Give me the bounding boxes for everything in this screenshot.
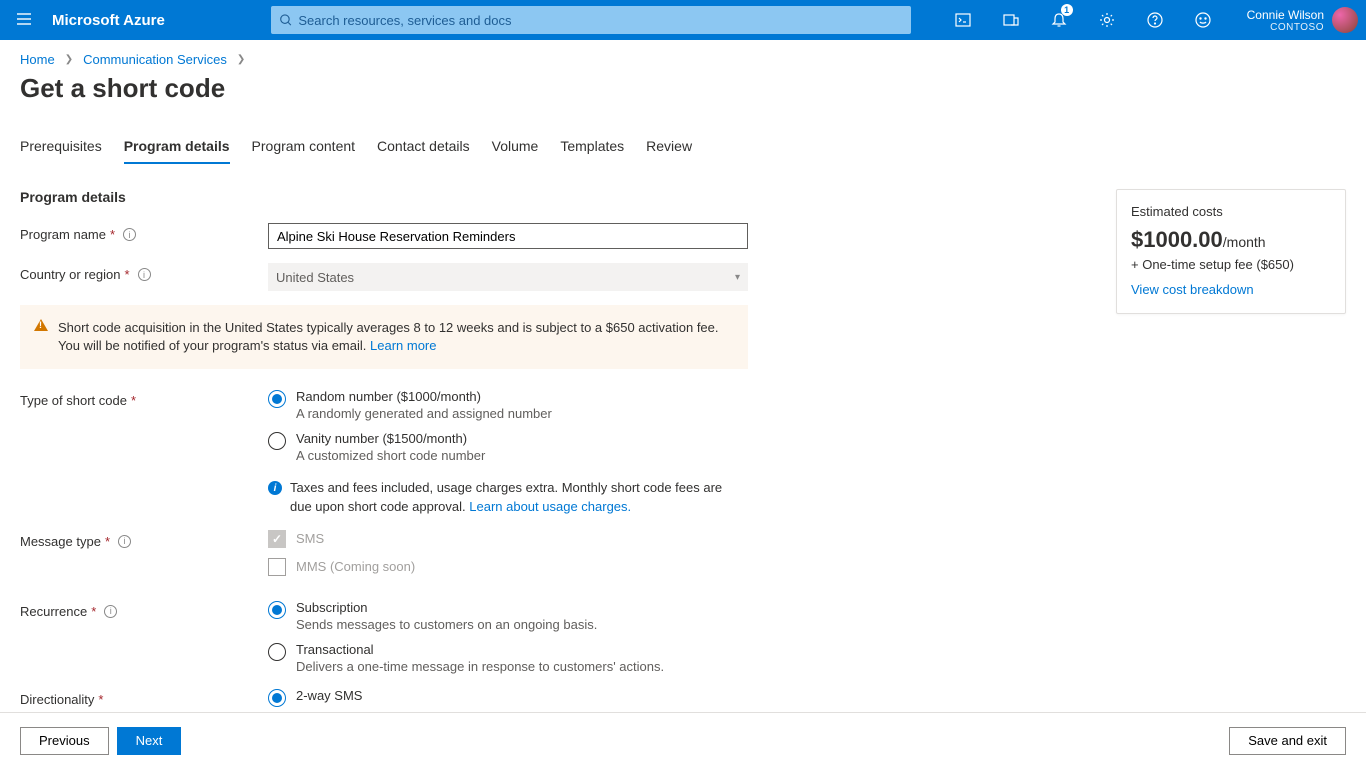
radio-two-way-sms[interactable]: 2-way SMS	[268, 688, 748, 707]
directionality-label: Directionality	[20, 692, 94, 707]
help-icon[interactable]	[1131, 0, 1179, 40]
chevron-right-icon: ❯	[237, 54, 245, 65]
chevron-right-icon: ❯	[65, 54, 73, 65]
search-icon	[279, 13, 293, 27]
tab-contact-details[interactable]: Contact details	[377, 138, 470, 164]
brand-label: Microsoft Azure	[48, 12, 175, 29]
message-type-label: Message type	[20, 534, 101, 549]
acquisition-warning: Short code acquisition in the United Sta…	[20, 305, 748, 369]
tab-prerequisites[interactable]: Prerequisites	[20, 138, 102, 164]
cloud-shell-icon[interactable]	[939, 0, 987, 40]
info-icon: i	[268, 481, 282, 495]
tab-templates[interactable]: Templates	[560, 138, 624, 164]
account-menu[interactable]: Connie Wilson CONTOSO	[1227, 7, 1366, 33]
next-button[interactable]: Next	[117, 727, 182, 755]
account-tenant: CONTOSO	[1247, 22, 1324, 33]
cost-breakdown-link[interactable]: View cost breakdown	[1131, 282, 1254, 297]
info-icon[interactable]: i	[138, 268, 151, 281]
tab-review[interactable]: Review	[646, 138, 692, 164]
program-name-label: Program name	[20, 227, 106, 242]
notification-badge: 1	[1061, 4, 1073, 16]
type-label: Type of short code	[20, 393, 127, 408]
hamburger-menu[interactable]	[0, 11, 48, 30]
checkbox-mms: MMS (Coming soon)	[268, 558, 748, 576]
search-box[interactable]	[271, 6, 911, 34]
avatar	[1332, 7, 1358, 33]
directory-filter-icon[interactable]	[987, 0, 1035, 40]
radio-transactional[interactable]: Transactional Delivers a one-time messag…	[268, 642, 748, 674]
info-icon[interactable]: i	[118, 535, 131, 548]
country-label: Country or region	[20, 267, 120, 282]
cost-amount: $1000.00	[1131, 227, 1223, 252]
tab-program-details[interactable]: Program details	[124, 138, 230, 164]
learn-more-link[interactable]: Learn more	[370, 338, 436, 353]
breadcrumb-home[interactable]: Home	[20, 52, 55, 67]
country-dropdown: United States ▾	[268, 263, 748, 291]
info-icon[interactable]: i	[123, 228, 136, 241]
notifications-icon[interactable]: 1	[1035, 0, 1083, 40]
program-name-input[interactable]	[268, 223, 748, 249]
tab-volume[interactable]: Volume	[492, 138, 539, 164]
estimated-costs-card: Estimated costs $1000.00/month + One-tim…	[1116, 189, 1346, 314]
cost-setup-fee: + One-time setup fee ($650)	[1131, 257, 1331, 272]
radio-subscription[interactable]: Subscription Sends messages to customers…	[268, 600, 748, 632]
feedback-icon[interactable]	[1179, 0, 1227, 40]
section-heading: Program details	[20, 189, 760, 205]
settings-icon[interactable]	[1083, 0, 1131, 40]
radio-random-number[interactable]: Random number ($1000/month) A randomly g…	[268, 389, 748, 421]
info-icon[interactable]: i	[104, 605, 117, 618]
tax-note: i Taxes and fees included, usage charges…	[268, 479, 728, 515]
chevron-down-icon: ▾	[735, 272, 740, 283]
warning-icon	[34, 319, 48, 331]
tab-bar: Prerequisites Program details Program co…	[20, 138, 1346, 165]
account-user: Connie Wilson	[1247, 8, 1324, 22]
previous-button[interactable]: Previous	[20, 727, 109, 755]
checkbox-sms: SMS	[268, 530, 748, 548]
radio-vanity-number[interactable]: Vanity number ($1500/month) A customized…	[268, 431, 748, 463]
save-and-exit-button[interactable]: Save and exit	[1229, 727, 1346, 755]
footer-bar: Previous Next Save and exit	[0, 712, 1366, 768]
page-title: Get a short code	[20, 73, 1346, 104]
usage-charges-link[interactable]: Learn about usage charges.	[469, 499, 631, 514]
breadcrumb-communication-services[interactable]: Communication Services	[83, 52, 227, 67]
breadcrumb: Home ❯ Communication Services ❯	[20, 52, 1346, 67]
tab-program-content[interactable]: Program content	[252, 138, 356, 164]
cost-title: Estimated costs	[1131, 204, 1331, 219]
recurrence-label: Recurrence	[20, 604, 87, 619]
search-input[interactable]	[298, 13, 902, 28]
